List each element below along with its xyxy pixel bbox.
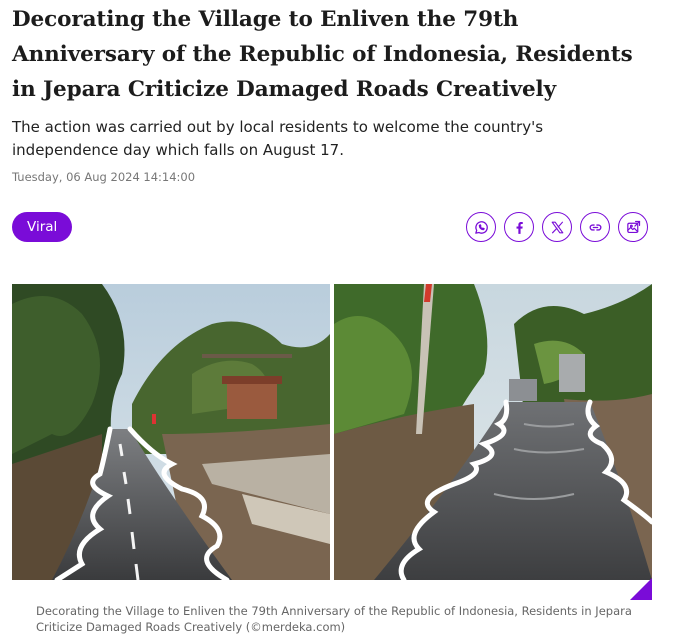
link-icon	[589, 223, 601, 231]
photo-left	[12, 284, 330, 580]
publish-date: Tuesday, 06 Aug 2024 14:14:00	[12, 170, 196, 184]
share-x-button[interactable]	[542, 212, 572, 242]
facebook-icon	[516, 221, 523, 234]
x-icon	[551, 221, 563, 233]
tag-viral-button[interactable]: Viral	[12, 212, 73, 242]
copy-link-button[interactable]	[580, 212, 610, 242]
corner-accent-mark	[630, 578, 652, 600]
share-image-button[interactable]	[618, 212, 648, 242]
photo-caption: Decorating the Village to Enliven the 79…	[36, 604, 632, 634]
image-share-icon	[626, 220, 640, 233]
share-facebook-button[interactable]	[504, 212, 534, 242]
whatsapp-icon	[474, 220, 488, 234]
article-title: Decorating the Village to Enliven the 79…	[12, 7, 633, 102]
photo-right	[334, 284, 652, 580]
share-whatsapp-button[interactable]	[466, 212, 496, 242]
share-bar	[466, 212, 648, 242]
article-photo	[12, 284, 652, 600]
article-summary: The action was carried out by local resi…	[12, 118, 544, 159]
